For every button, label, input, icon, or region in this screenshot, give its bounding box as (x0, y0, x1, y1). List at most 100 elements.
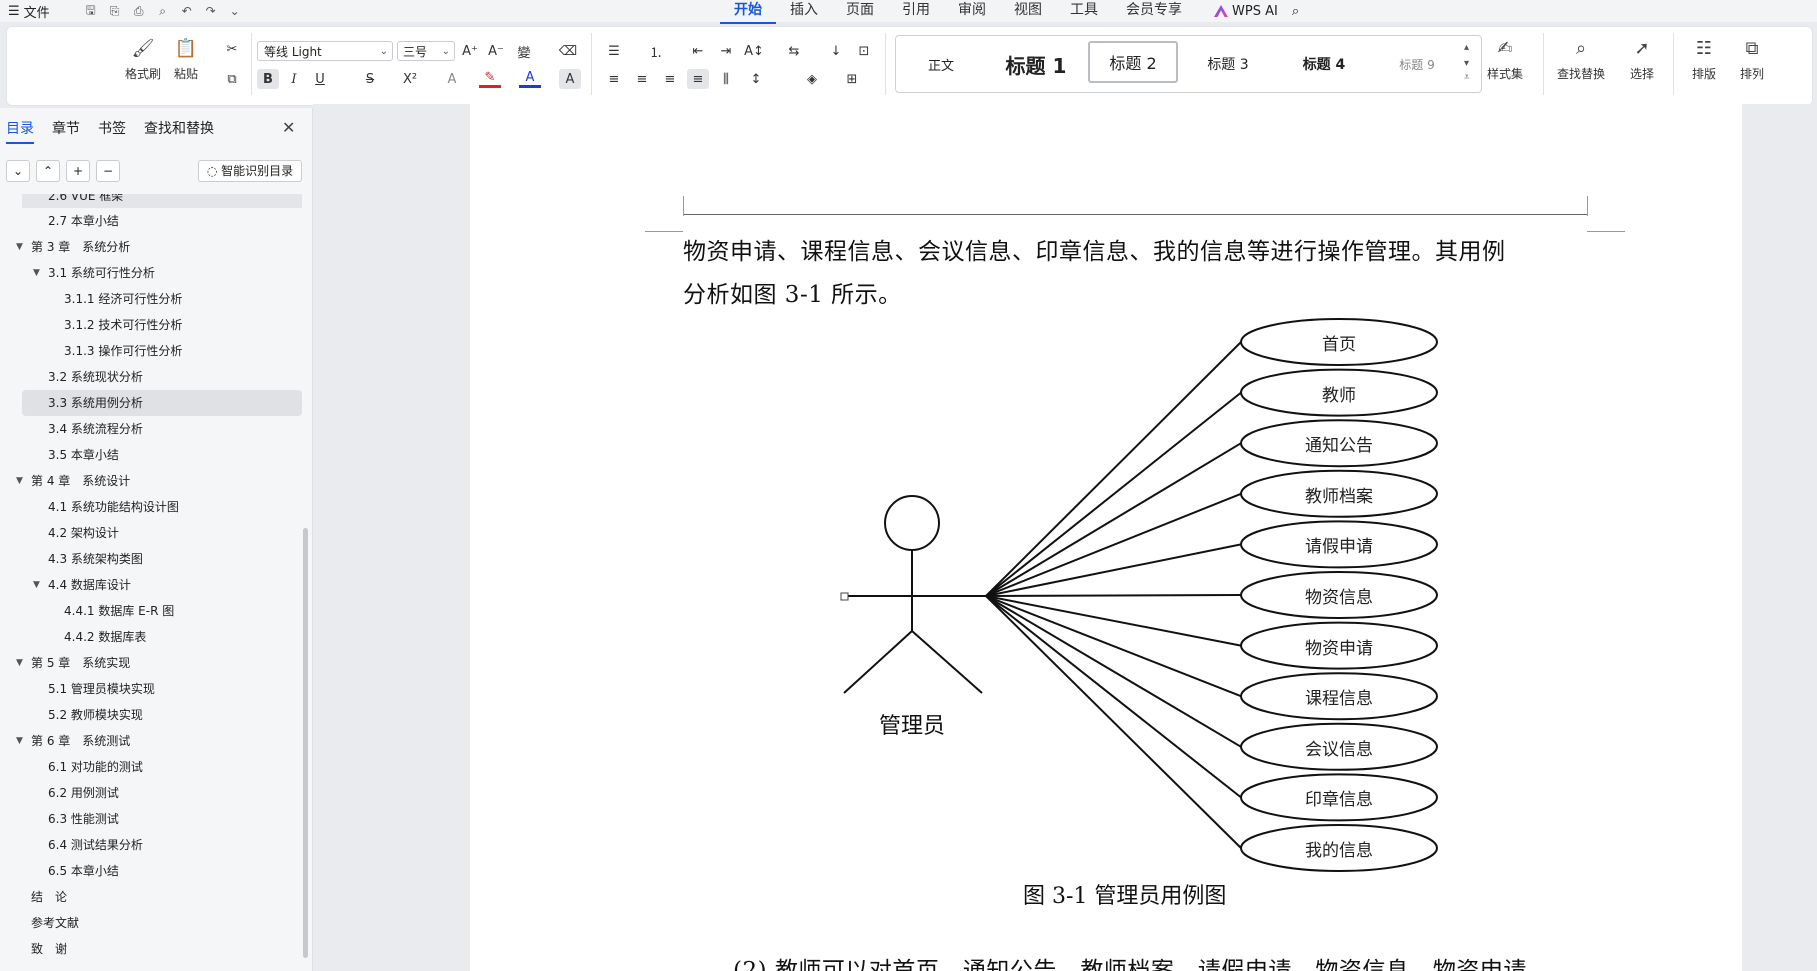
line-spacing-icon[interactable]: ↕ (745, 69, 767, 89)
wps-ai-button[interactable]: WPS AI ⌕ (1196, 0, 1299, 22)
collapse-triangle-icon[interactable]: ▼ (16, 234, 23, 260)
distributed-icon[interactable]: ⫼ (715, 69, 737, 89)
tab-page[interactable]: 页面 (832, 0, 888, 22)
convert-icon[interactable]: ⇆ (783, 41, 805, 61)
italic-icon[interactable]: I (283, 69, 305, 89)
print-icon[interactable]: ⎙ (130, 2, 148, 20)
collapse-triangle-icon[interactable]: ▼ (33, 260, 40, 286)
toc-item[interactable]: ▼ 第 3 章 系统分析 (0, 234, 302, 260)
expand-icon[interactable]: ⌄ (6, 160, 30, 182)
font-color-icon[interactable]: A (519, 69, 541, 88)
scrollbar[interactable] (303, 528, 308, 958)
clear-format-icon[interactable]: ⌫ (557, 41, 579, 61)
bold-icon[interactable]: B (257, 69, 279, 89)
style-heading-2[interactable]: 标题 2 (1088, 41, 1178, 83)
underline-icon[interactable]: U (309, 69, 331, 89)
nav-tab-find[interactable]: 查找和替换 (144, 118, 214, 144)
bullet-list-icon[interactable]: ☰ (603, 41, 625, 61)
toc-item[interactable]: ▼ 第 4 章 系统设计 (0, 468, 302, 494)
text-direction-icon[interactable]: A↕ (743, 41, 765, 61)
toc-item[interactable]: 致 谢 (0, 936, 302, 962)
align-left-icon[interactable]: ≡ (603, 69, 625, 89)
style-normal[interactable]: 正文 (896, 36, 986, 92)
toc-item[interactable]: 6.1 对功能的测试 (0, 754, 302, 780)
toc-item[interactable]: 6.4 测试结果分析 (0, 832, 302, 858)
export-icon[interactable]: ⎘ (106, 2, 124, 20)
add-icon[interactable]: + (66, 160, 90, 182)
save-icon[interactable]: 🖫 (82, 2, 100, 20)
chevron-down-icon[interactable]: ⌄ (226, 2, 244, 20)
collapse-icon[interactable]: ⌃ (36, 160, 60, 182)
smart-toc-button[interactable]: ◌ 智能识别目录 (198, 160, 302, 182)
toc-item[interactable]: 6.3 性能测试 (0, 806, 302, 832)
copy-icon[interactable]: ⧉ (221, 69, 243, 89)
collapse-triangle-icon[interactable]: ▼ (16, 468, 23, 494)
tab-home[interactable]: 开始 (720, 0, 776, 24)
tab-review[interactable]: 审阅 (944, 0, 1000, 22)
figure-caption[interactable]: 图 3-1 管理员用例图 (1023, 878, 1226, 910)
tab-member[interactable]: 会员专享 (1112, 0, 1196, 22)
border-icon[interactable]: ⊞ (841, 69, 863, 89)
tab-view[interactable]: 视图 (1000, 0, 1056, 22)
gallery-expand-icon[interactable]: ⩡ (1464, 72, 1470, 83)
phonetic-icon[interactable]: 變 (513, 41, 535, 61)
toc-item[interactable]: 4.2 架构设计 (0, 520, 302, 546)
toc-item[interactable]: 参考文献 (0, 910, 302, 936)
toc-item[interactable]: 3.3 系统用例分析 (22, 390, 302, 416)
close-icon[interactable]: ✕ (282, 118, 295, 137)
style-set-button[interactable]: ✍ 样式集 (1487, 35, 1523, 82)
highlight-color-icon[interactable]: ✎ (479, 69, 501, 88)
format-painter-button[interactable]: 🖌 格式刷 (125, 35, 161, 82)
toc-item[interactable]: 4.1 系统功能结构设计图 (0, 494, 302, 520)
show-marks-icon[interactable]: ⊡ (853, 41, 875, 61)
toc-item[interactable]: 4.3 系统架构类图 (0, 546, 302, 572)
toc-item[interactable]: 3.1.2 技术可行性分析 (0, 312, 302, 338)
paste-button[interactable]: 📋 粘贴 (173, 35, 199, 82)
style-heading-9[interactable]: 标题 9 (1374, 36, 1460, 92)
toc-item[interactable]: 3.1.3 操作可行性分析 (0, 338, 302, 364)
align-right-icon[interactable]: ≡ (659, 69, 681, 89)
superscript-icon[interactable]: X² (399, 69, 421, 89)
font-name-select[interactable]: 等线 Light ⌄ (257, 41, 393, 61)
toc-item[interactable]: 4.4.2 数据库表 (0, 624, 302, 650)
grow-font-icon[interactable]: A⁺ (459, 41, 481, 61)
nav-tab-sections[interactable]: 章节 (52, 118, 80, 144)
tab-tools[interactable]: 工具 (1056, 0, 1112, 22)
search-icon[interactable]: ⌕ (1292, 4, 1299, 19)
tab-insert[interactable]: 插入 (776, 0, 832, 22)
toc-item[interactable]: 结 论 (0, 884, 302, 910)
char-shading-icon[interactable]: A (559, 69, 581, 89)
toc-item[interactable]: 5.1 管理员模块实现 (0, 676, 302, 702)
undo-icon[interactable]: ↶ (178, 2, 196, 20)
decrease-indent-icon[interactable]: ⇤ (687, 41, 709, 61)
style-heading-1[interactable]: 标题 1 (988, 36, 1084, 92)
toc-item[interactable]: 3.2 系统现状分析 (0, 364, 302, 390)
layout-button[interactable]: ☷ 排版 (1691, 35, 1717, 82)
toc-item[interactable]: ▼ 3.1 系统可行性分析 (0, 260, 302, 286)
toc-item[interactable]: 6.5 本章小结 (0, 858, 302, 884)
justify-icon[interactable]: ≡ (687, 69, 709, 89)
style-heading-4[interactable]: 标题 4 (1278, 36, 1370, 92)
increase-indent-icon[interactable]: ⇥ (715, 41, 737, 61)
font-size-select[interactable]: 三号 ⌄ (397, 41, 455, 61)
remove-icon[interactable]: − (96, 160, 120, 182)
gallery-up-icon[interactable]: ▴ (1464, 42, 1469, 53)
find-replace-button[interactable]: ⌕ 查找替换 (1557, 35, 1605, 82)
text-effect-icon[interactable]: A (441, 69, 463, 89)
toc-item[interactable]: 3.5 本章小结 (0, 442, 302, 468)
numbered-list-icon[interactable]: ⒈ (645, 41, 667, 61)
style-heading-3[interactable]: 标题 3 (1182, 36, 1274, 92)
toc-item[interactable]: 4.4.1 数据库 E-R 图 (0, 598, 302, 624)
toc-item[interactable]: ▼ 第 5 章 系统实现 (0, 650, 302, 676)
use-case-diagram[interactable] (470, 104, 1742, 971)
toc-item[interactable]: 5.2 教师模块实现 (0, 702, 302, 728)
file-menu[interactable]: ☰ 文件 (8, 2, 50, 21)
collapse-triangle-icon[interactable]: ▼ (33, 572, 40, 598)
collapse-triangle-icon[interactable]: ▼ (16, 728, 23, 754)
collapse-triangle-icon[interactable]: ▼ (16, 650, 23, 676)
gallery-down-icon[interactable]: ▾ (1464, 58, 1469, 69)
redo-icon[interactable]: ↷ (202, 2, 220, 20)
sort-icon[interactable]: ↓ (825, 41, 847, 61)
toc-item[interactable]: 3.1.1 经济可行性分析 (0, 286, 302, 312)
cut-icon[interactable]: ✂ (221, 39, 243, 59)
